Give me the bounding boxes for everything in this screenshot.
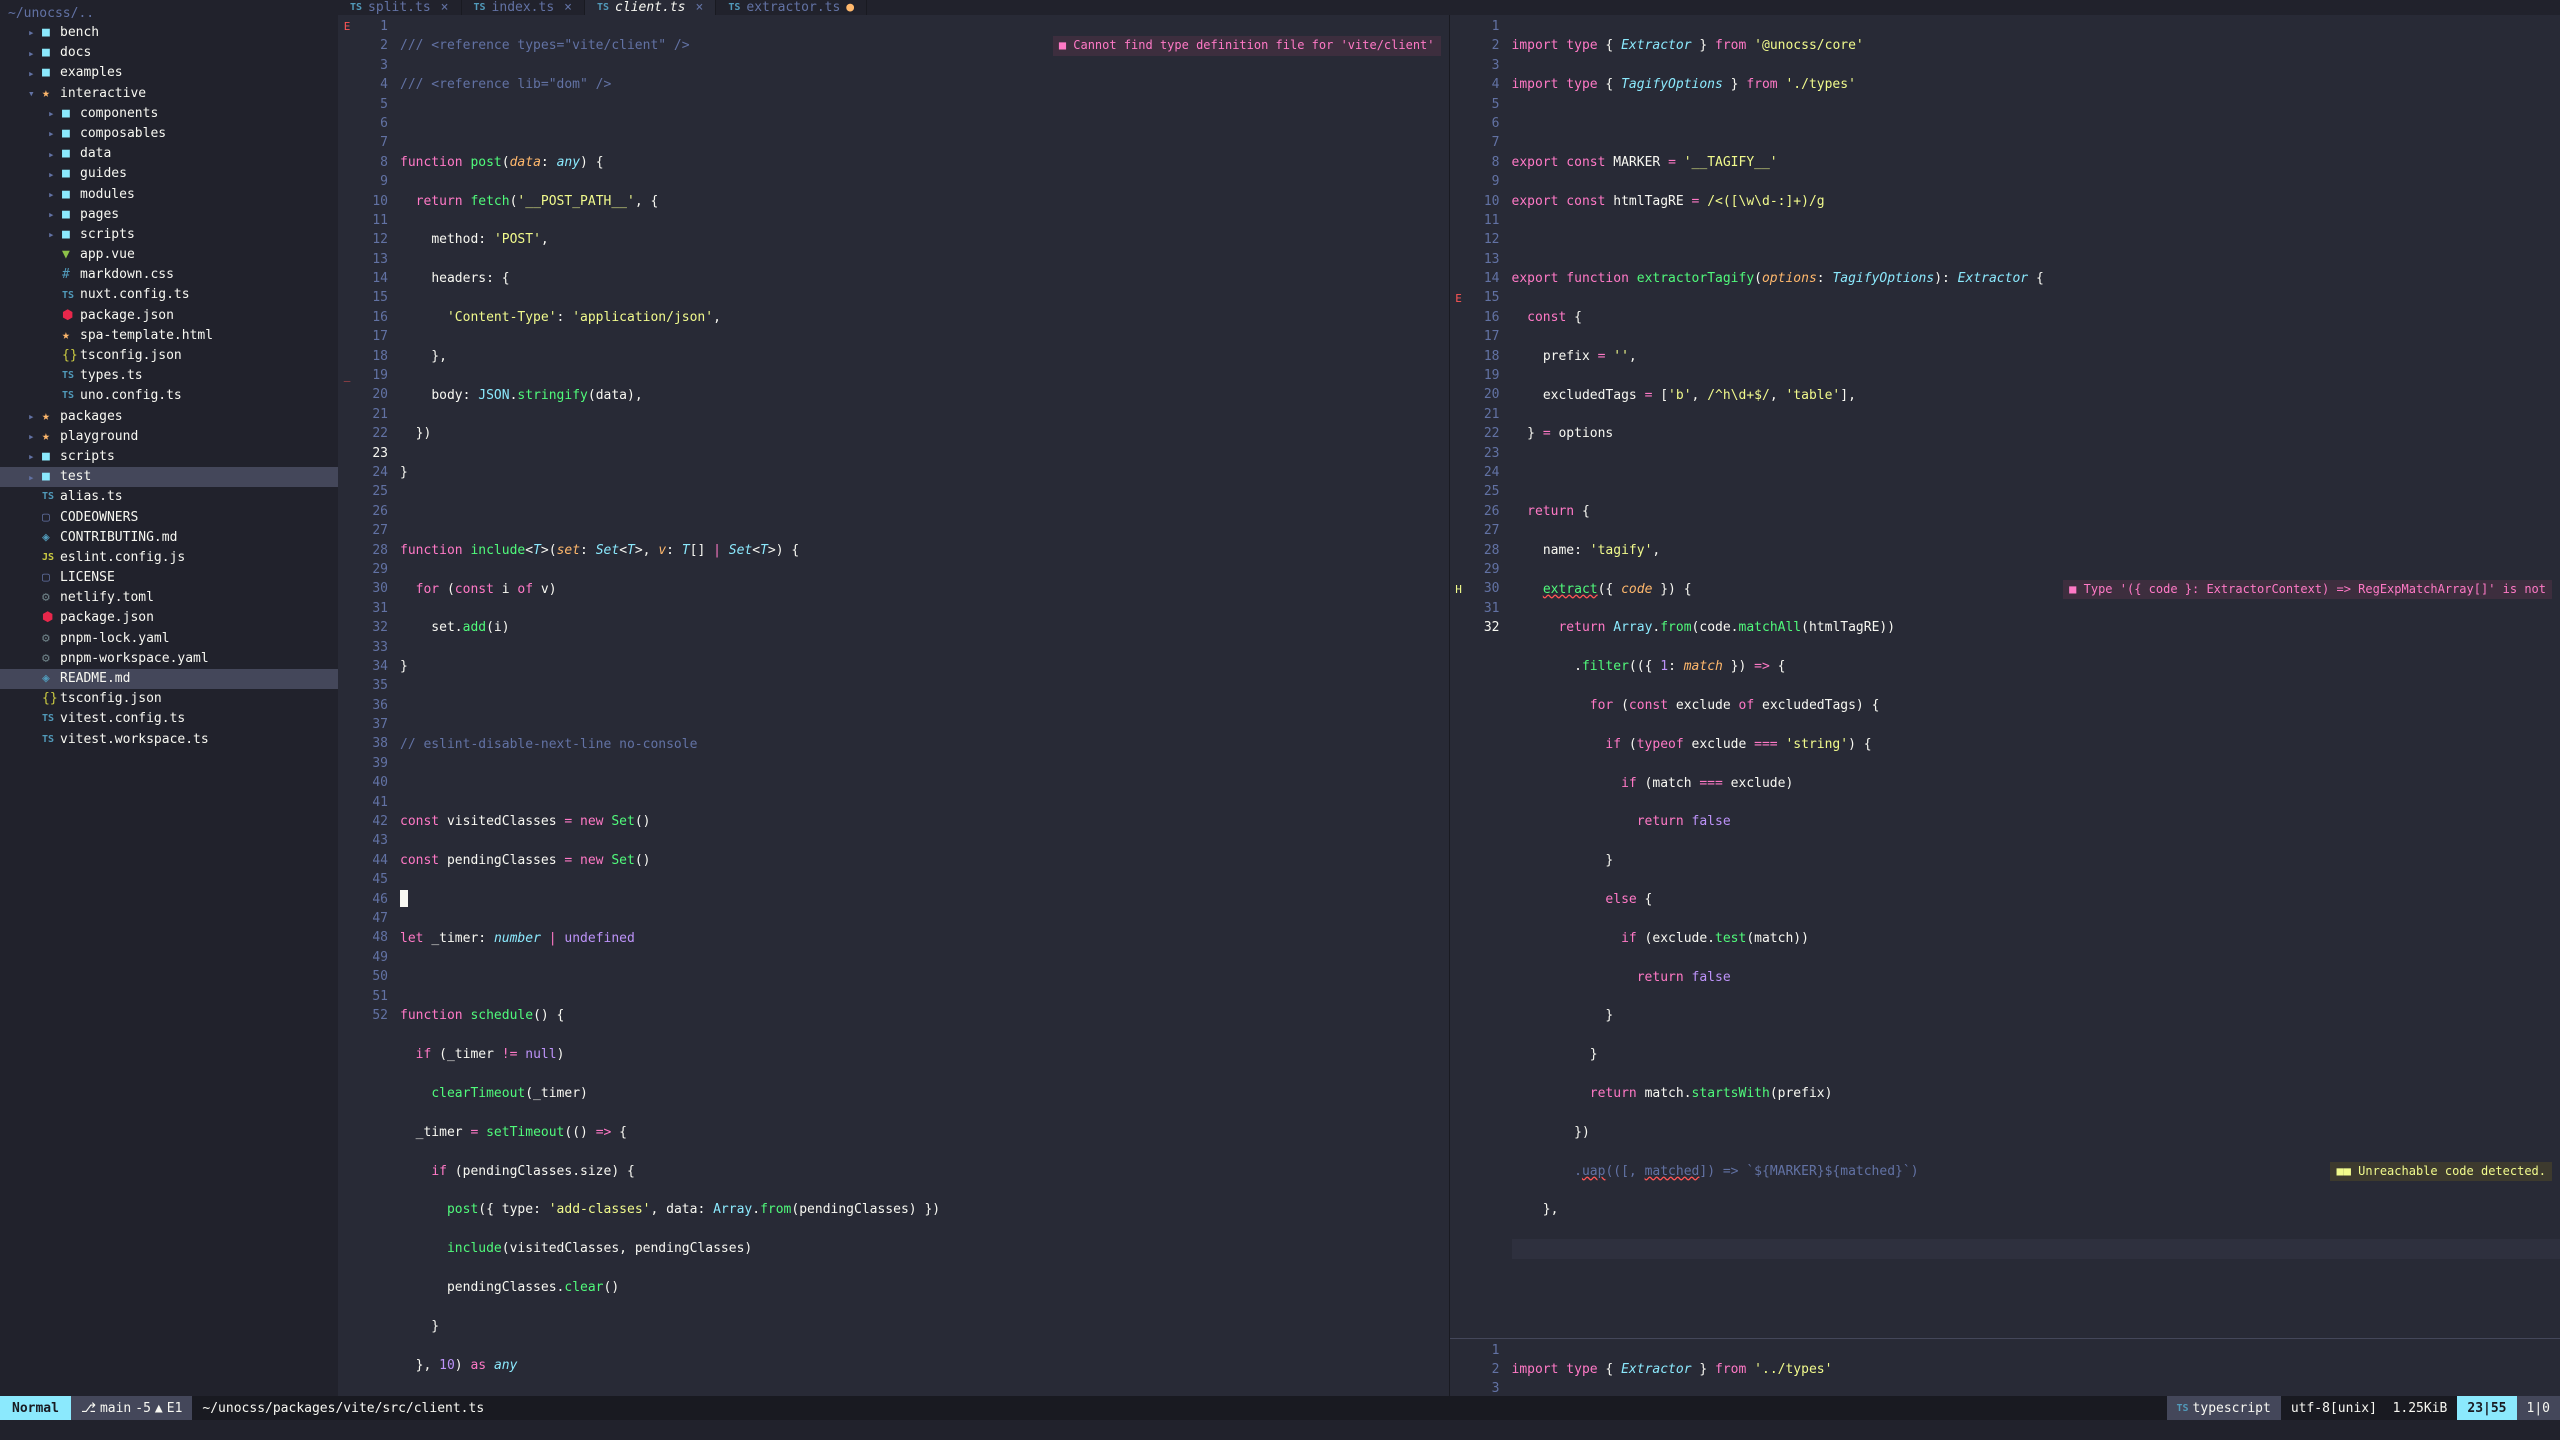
diagnostic-hint: ■■ Unreachable code detected.: [2330, 1162, 2552, 1181]
ts-icon: TS: [597, 2, 609, 13]
filetype: TS typescript: [2167, 1396, 2281, 1420]
editor-pane-left[interactable]: E_ 1234567891011121314151617181920212223…: [338, 15, 1449, 1396]
folder-docs[interactable]: ▸■docs: [0, 43, 338, 63]
close-icon[interactable]: ×: [696, 0, 704, 15]
tab-client.ts[interactable]: TSclient.ts×: [585, 0, 716, 15]
folder-interactive[interactable]: ▾★interactive: [0, 84, 338, 104]
folder-modules[interactable]: ▸■modules: [0, 185, 338, 205]
file-tree[interactable]: ~/unocss/.. ▸■bench▸■docs▸■examples▾★int…: [0, 0, 338, 1396]
scroll-position: 1|0: [2517, 1396, 2560, 1420]
folder-guides[interactable]: ▸■guides: [0, 164, 338, 184]
folder-composables[interactable]: ▸■composables: [0, 124, 338, 144]
ts-icon: TS: [474, 2, 486, 13]
file-CONTRIBUTING.md[interactable]: ◈CONTRIBUTING.md: [0, 528, 338, 548]
file-app.vue[interactable]: ▼app.vue: [0, 245, 338, 265]
cwd-label: ~/unocss/..: [0, 4, 338, 23]
branch-icon: ⎇: [81, 1401, 96, 1416]
file-pnpm-workspace.yaml[interactable]: ⚙pnpm-workspace.yaml: [0, 649, 338, 669]
file-nuxt.config.ts[interactable]: TSnuxt.config.ts: [0, 285, 338, 305]
ts-icon: TS: [2177, 1403, 2189, 1414]
ts-icon: TS: [728, 2, 740, 13]
file-netlify.toml[interactable]: ⚙netlify.toml: [0, 588, 338, 608]
file-uno.config.ts[interactable]: TSuno.config.ts: [0, 386, 338, 406]
folder-scripts[interactable]: ▸■scripts: [0, 225, 338, 245]
folder-test[interactable]: ▸■test: [0, 467, 338, 487]
file-tsconfig.json[interactable]: {}tsconfig.json: [0, 346, 338, 366]
folder-bench[interactable]: ▸■bench: [0, 23, 338, 43]
status-line: Normal ⎇ main -5 ▲ E1 ~/unocss/packages/…: [0, 1396, 2560, 1420]
file-eslint.config.js[interactable]: JSeslint.config.js: [0, 548, 338, 568]
diagnostic-error: ■ Type '({ code }: ExtractorContext) => …: [2063, 580, 2552, 599]
file-README.md[interactable]: ◈README.md: [0, 669, 338, 689]
folder-data[interactable]: ▸■data: [0, 144, 338, 164]
file-markdown.css[interactable]: #markdown.css: [0, 265, 338, 285]
cursor-position: 23|55: [2457, 1396, 2516, 1420]
git-status: ⎇ main -5 ▲ E1: [71, 1396, 192, 1420]
file-package.json[interactable]: ⬢package.json: [0, 608, 338, 628]
tab-bar: TSsplit.ts×TSindex.ts×TSclient.ts×TSextr…: [338, 0, 2560, 15]
file-pnpm-lock.yaml[interactable]: ⚙pnpm-lock.yaml: [0, 629, 338, 649]
cursor: [400, 890, 408, 907]
ts-icon: TS: [350, 2, 362, 13]
tab-extractor.ts[interactable]: TSextractor.ts●: [716, 0, 867, 15]
editor-pane-right[interactable]: EH 1234567891011121314151617181920212223…: [1449, 15, 2560, 1396]
file-package.json[interactable]: ⬢package.json: [0, 306, 338, 326]
file-types.ts[interactable]: TStypes.ts: [0, 366, 338, 386]
file-path: ~/unocss/packages/vite/src/client.ts: [192, 1401, 2166, 1416]
bottom-bar: [0, 1420, 2560, 1440]
encoding: utf-8[unix] 1.25KiB: [2281, 1401, 2458, 1416]
folder-packages[interactable]: ▸★packages: [0, 407, 338, 427]
file-alias.ts[interactable]: TSalias.ts: [0, 487, 338, 507]
tab-index.ts[interactable]: TSindex.ts×: [462, 0, 586, 15]
file-vitest.config.ts[interactable]: TSvitest.config.ts: [0, 709, 338, 729]
folder-playground[interactable]: ▸★playground: [0, 427, 338, 447]
folder-examples[interactable]: ▸■examples: [0, 63, 338, 83]
file-LICENSE[interactable]: ▢LICENSE: [0, 568, 338, 588]
file-tsconfig.json[interactable]: {}tsconfig.json: [0, 689, 338, 709]
file-vitest.workspace.ts[interactable]: TSvitest.workspace.ts: [0, 730, 338, 750]
close-icon[interactable]: ×: [564, 0, 572, 15]
folder-pages[interactable]: ▸■pages: [0, 205, 338, 225]
tab-split.ts[interactable]: TSsplit.ts×: [338, 0, 462, 15]
file-CODEOWNERS[interactable]: ▢CODEOWNERS: [0, 508, 338, 528]
modified-icon: ●: [846, 0, 854, 15]
diagnostic-error: ■ Cannot find type definition file for '…: [1053, 36, 1441, 55]
file-spa-template.html[interactable]: ★spa-template.html: [0, 326, 338, 346]
folder-scripts[interactable]: ▸■scripts: [0, 447, 338, 467]
folder-components[interactable]: ▸■components: [0, 104, 338, 124]
close-icon[interactable]: ×: [441, 0, 449, 15]
warn-icon: ▲: [155, 1401, 163, 1416]
vim-mode: Normal: [0, 1396, 71, 1420]
